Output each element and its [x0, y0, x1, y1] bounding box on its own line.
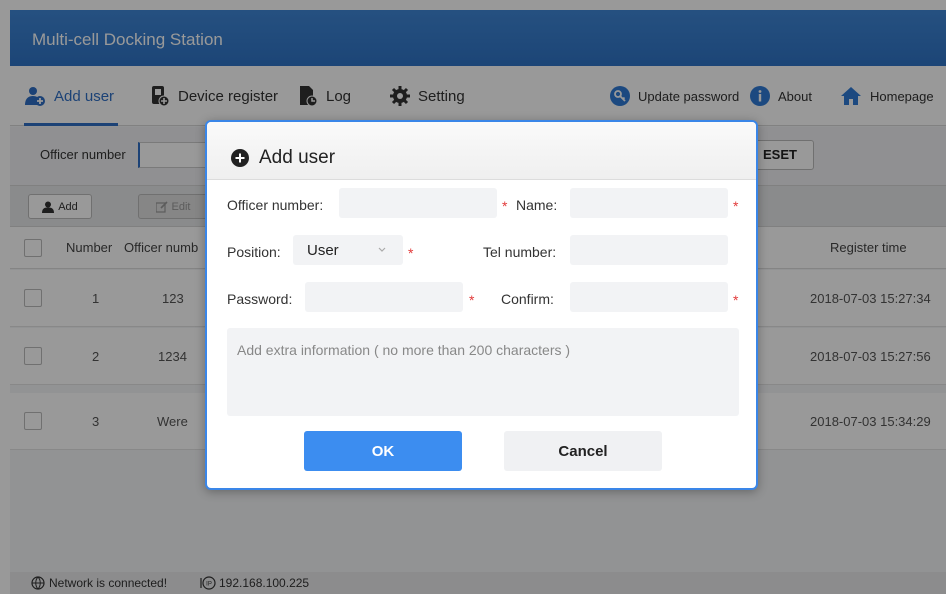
password-input[interactable] [305, 282, 463, 312]
tel-number-input[interactable] [570, 235, 728, 265]
password-required-mark: * [469, 292, 475, 308]
officer-number-input[interactable] [339, 188, 497, 218]
position-select[interactable]: User [293, 235, 403, 265]
name-required-mark: * [733, 198, 739, 214]
confirm-password-input[interactable] [570, 282, 728, 312]
add-user-dialog: Add user Officer number: * Name: * Posit… [205, 120, 758, 490]
dialog-title-row: Add user [231, 147, 335, 169]
plus-circle-icon [231, 149, 249, 167]
ok-button[interactable]: OK [304, 431, 462, 471]
position-required-mark: * [408, 245, 414, 261]
extra-information-textarea[interactable]: Add extra information ( no more than 200… [227, 328, 739, 416]
dialog-title: Add user [259, 147, 336, 168]
confirm-label: Confirm: [501, 291, 554, 307]
position-label: Position: [227, 244, 281, 260]
confirm-required-mark: * [733, 292, 739, 308]
password-label: Password: [227, 291, 293, 307]
name-label: Name: [516, 197, 558, 213]
officer-number-label: Officer number: [227, 197, 324, 213]
cancel-button[interactable]: Cancel [504, 431, 662, 471]
position-select-value: User [307, 241, 339, 259]
dialog-header: Add user [207, 122, 756, 180]
chevron-down-icon [378, 247, 386, 252]
tel-number-label: Tel number: [483, 244, 557, 260]
name-input[interactable] [570, 188, 728, 218]
officer-required-mark: * [502, 198, 508, 214]
